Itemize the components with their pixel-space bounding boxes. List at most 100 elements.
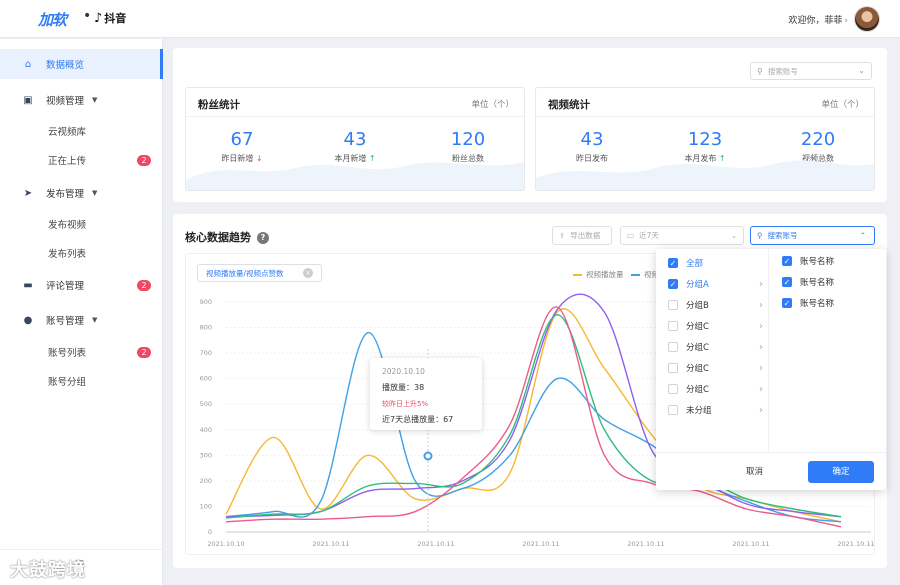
y-tick-label: 900	[200, 298, 212, 306]
chevron-down-icon: ⌄	[858, 66, 865, 75]
tiktok-label: 抖音	[104, 12, 127, 25]
divider	[186, 116, 524, 117]
account-dropdown: ✓ 全部 ✓ 分组A › 分组B › 分组C › 分组C › 分组C › 分组C › 未分组 › …	[656, 249, 886, 490]
send-icon: ➤	[23, 187, 33, 199]
sidebar-item-label: 视频管理	[46, 96, 85, 107]
decorative-wave	[186, 162, 524, 190]
stat-value: 220	[800, 129, 836, 150]
tooltip-compare: 较昨日上升5%	[382, 400, 429, 408]
calendar-icon: ▭	[627, 231, 635, 240]
account-option[interactable]: ✓ 账号名称	[782, 293, 834, 313]
sidebar: ⌂ 数据概览 ▣ 视频管理 ▼ 云视频库 正在上传 2 ➤ 发布管理 ▼ 发布视频 发布列表…	[0, 39, 163, 585]
brand-logo: 加软	[38, 11, 67, 29]
sidebar-item-video-mgmt[interactable]: ▣ 视频管理 ▼	[0, 85, 163, 115]
sidebar-item-account-groups[interactable]: 账号分组	[0, 366, 163, 396]
checkbox-checked[interactable]: ✓	[782, 277, 792, 287]
chevron-right-icon: ›	[759, 383, 763, 395]
group-option[interactable]: 分组C ›	[668, 337, 763, 357]
video-title: 视频统计	[548, 99, 590, 111]
overview-search-select[interactable]: ⚲ 搜索账号 ⌄	[750, 62, 872, 80]
sidebar-item-overview[interactable]: ⌂ 数据概览	[0, 49, 163, 79]
sidebar-item-label: 账号分组	[48, 377, 87, 388]
y-tick-label: 600	[200, 375, 212, 383]
sidebar-item-label: 数据概览	[46, 60, 85, 71]
group-option[interactable]: 分组C ›	[668, 358, 763, 378]
stat-value: 43	[580, 129, 604, 150]
y-tick-label: 400	[200, 426, 212, 434]
account-search-select[interactable]: ⚲ 搜索账号 ⌃	[750, 226, 875, 245]
sidebar-item-account-list[interactable]: 账号列表 2	[0, 337, 163, 367]
checkbox[interactable]	[668, 363, 678, 373]
checkbox-checked[interactable]: ✓	[782, 256, 792, 266]
account-option[interactable]: ✓ 账号名称	[782, 251, 834, 271]
export-button[interactable]: ⇪ 导出数据	[552, 226, 612, 245]
account-label: 账号名称	[800, 299, 835, 309]
home-icon: ⌂	[24, 58, 32, 70]
chevron-down-icon: ▼	[92, 96, 98, 104]
date-range-select[interactable]: ▭ 近7天 ⌄	[620, 226, 744, 245]
fans-stats: 粉丝统计 单位（个） 67 昨日新增 ↓ 43 本月新增 ↑ 120 粉丝总数	[185, 87, 525, 191]
sidebar-item-label: 正在上传	[48, 156, 87, 167]
chevron-down-icon: ▼	[92, 189, 98, 197]
search-placeholder: 搜索账号	[767, 66, 798, 76]
confirm-button[interactable]: 确定	[808, 461, 874, 483]
help-icon[interactable]: ?	[257, 232, 269, 244]
account-label: 账号名称	[800, 257, 835, 267]
decorative-wave	[536, 160, 874, 190]
sidebar-item-publish-list[interactable]: 发布列表	[0, 238, 163, 268]
x-tick-label: 2021.10.11	[417, 540, 454, 548]
tooltip-total-value: 67	[443, 415, 454, 424]
checkbox[interactable]	[668, 384, 678, 394]
checkbox[interactable]	[668, 342, 678, 352]
x-tick-label: 2021.10.11	[627, 540, 664, 548]
sidebar-item-publish-mgmt[interactable]: ➤ 发布管理 ▼	[0, 178, 163, 208]
checkbox-checked[interactable]: ✓	[668, 279, 678, 289]
count-badge: 2	[137, 346, 151, 358]
sidebar-item-cloud-library[interactable]: 云视频库	[0, 116, 163, 146]
checkbox-checked[interactable]: ✓	[668, 258, 678, 268]
chevron-down-icon: ⌄	[730, 231, 737, 240]
sidebar-item-label: 账号管理	[46, 316, 85, 327]
tooltip-date: 2020.10.10	[382, 367, 425, 376]
date-range-label: 近7天	[639, 231, 659, 240]
checkbox[interactable]	[668, 405, 678, 415]
avatar[interactable]	[854, 6, 880, 32]
group-label: 分组C	[686, 322, 709, 332]
group-option[interactable]: 分组B ›	[668, 295, 763, 315]
account-option[interactable]: ✓ 账号名称	[782, 272, 834, 292]
video-icon: ▣	[23, 94, 33, 106]
user-icon: ●	[23, 314, 33, 326]
tooltip-total: 近7天总播放量：67	[382, 412, 470, 428]
tooltip-play: 播放量：38	[382, 380, 470, 396]
divider	[536, 116, 874, 117]
sidebar-item-accounts[interactable]: ● 账号管理 ▼	[0, 305, 163, 335]
tooltip-play-value: 38	[414, 383, 425, 392]
x-tick-label: 2021.10.11	[522, 540, 559, 548]
sidebar-item-label: 云视频库	[48, 127, 87, 138]
group-option-ungrouped[interactable]: 未分组 ›	[668, 400, 763, 420]
tooltip-total-label: 近7天总播放量：	[382, 415, 444, 424]
group-option[interactable]: 分组C ›	[668, 379, 763, 399]
y-tick-label: 200	[200, 477, 212, 485]
search-placeholder: 搜索账号	[767, 231, 798, 240]
video-unit: 单位（个）	[821, 100, 864, 110]
checkbox-checked[interactable]: ✓	[782, 298, 792, 308]
y-tick-label: 100	[200, 502, 212, 510]
trend-title: 核心数据趋势?	[185, 229, 269, 245]
cancel-button[interactable]: 取消	[746, 465, 763, 477]
chevron-up-icon: ⌃	[859, 231, 866, 240]
stat-value: 123	[687, 129, 723, 150]
sidebar-item-publish-video[interactable]: 发布视频	[0, 209, 163, 239]
watermark: 大鼓跨境	[10, 560, 86, 581]
group-option-all[interactable]: ✓ 全部	[668, 253, 763, 273]
y-tick-label: 500	[200, 400, 212, 408]
group-option[interactable]: 分组C ›	[668, 316, 763, 336]
checkbox[interactable]	[668, 300, 678, 310]
export-icon: ⇪	[559, 231, 566, 240]
sidebar-item-comments[interactable]: ▬ 评论管理 2	[0, 270, 163, 300]
sidebar-item-uploading[interactable]: 正在上传 2	[0, 145, 163, 175]
group-label: 未分组	[686, 406, 712, 416]
checkbox[interactable]	[668, 321, 678, 331]
group-option[interactable]: ✓ 分组A ›	[668, 274, 763, 294]
user-greeting[interactable]: 欢迎你，菲菲 ›	[788, 13, 848, 26]
